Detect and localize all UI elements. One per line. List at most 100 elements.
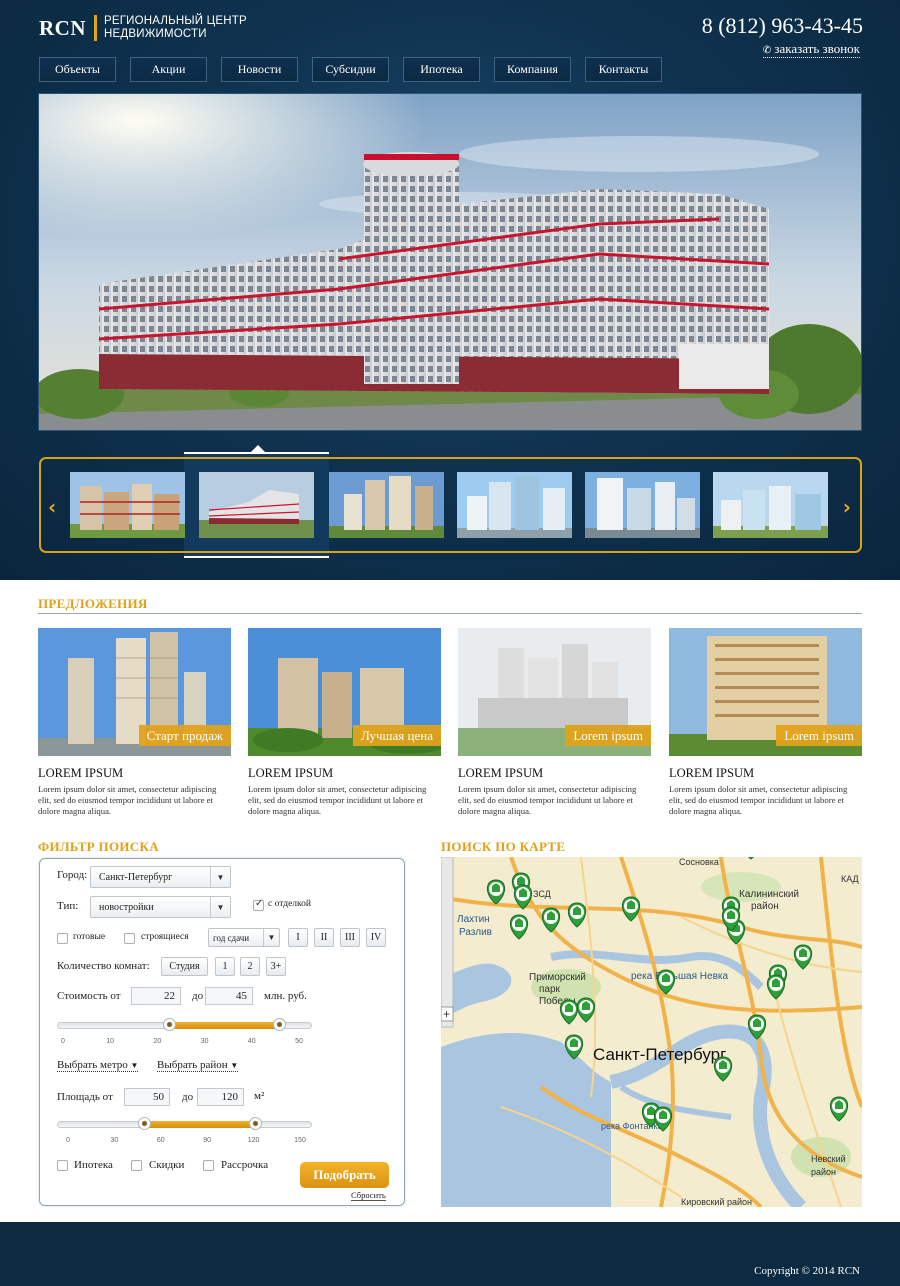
map-marker-pin-icon[interactable]: [576, 997, 596, 1023]
thumbnail-5[interactable]: [585, 472, 700, 538]
installment-checkbox[interactable]: [203, 1160, 214, 1171]
offer-card[interactable]: Старт продаж LOREM IPSUM Lorem ipsum dol…: [38, 628, 231, 817]
rooms-button-1[interactable]: 1: [215, 957, 235, 976]
offer-tag: Лучшая цена: [353, 725, 441, 746]
area-to-input[interactable]: 120: [197, 1088, 244, 1106]
quarter-button-4[interactable]: IV: [366, 928, 386, 947]
city-select[interactable]: Санкт-Петербург ▼: [90, 866, 231, 888]
map-marker-pin-icon[interactable]: [621, 896, 641, 922]
offer-title[interactable]: LOREM IPSUM: [458, 766, 651, 781]
thumbnail-6[interactable]: [713, 472, 828, 538]
offer-card[interactable]: Лучшая цена LOREM IPSUM Lorem ipsum dolo…: [248, 628, 441, 817]
map-marker-pin-icon[interactable]: [567, 902, 587, 928]
type-select[interactable]: новостройки ▼: [90, 896, 231, 918]
mortgage-label: Ипотека: [74, 1159, 113, 1171]
ready-checkbox[interactable]: [57, 933, 68, 944]
district-select-link[interactable]: Выбрать район ▼: [157, 1059, 239, 1072]
offer-image[interactable]: Лучшая цена: [248, 628, 441, 756]
tick-label: 20: [153, 1038, 162, 1045]
discount-checkbox[interactable]: [131, 1160, 142, 1171]
area-ticks: 0 30 60 90 120 150: [66, 1137, 306, 1147]
thumbnail-1[interactable]: [70, 472, 185, 538]
carousel-prev-chevron-left-icon[interactable]: ‹: [48, 495, 56, 519]
thumbnail-3[interactable]: [329, 472, 444, 538]
price-label: Стоимость от: [57, 990, 121, 1002]
price-from-input[interactable]: 22: [131, 987, 181, 1005]
nav-item-company[interactable]: Компания: [494, 57, 571, 82]
map-label-park: Приморский: [529, 972, 586, 983]
price-max-handle[interactable]: [273, 1018, 287, 1031]
tick-label: 120: [247, 1137, 260, 1144]
map-marker-pin-icon[interactable]: [541, 907, 561, 933]
nav-item-objects[interactable]: Объекты: [39, 57, 116, 82]
logo[interactable]: RCN РЕГИОНАЛЬНЫЙ ЦЕНТР НЕДВИЖИМОСТИ: [39, 15, 247, 41]
price-to-input[interactable]: 45: [205, 987, 253, 1005]
zoom-control[interactable]: +: [441, 1006, 454, 1022]
thumbnail-4[interactable]: [457, 472, 572, 538]
callback-label: заказать звонок: [774, 41, 860, 56]
finish-checkbox[interactable]: [253, 898, 264, 911]
nav-item-contacts[interactable]: Контакты: [585, 57, 662, 82]
phone-number: 8 (812) 963-43-45: [701, 13, 863, 38]
metro-select-link[interactable]: Выбрать метро ▼: [57, 1059, 139, 1072]
city-select-value: Санкт-Петербург: [99, 871, 173, 883]
offer-tag: Старт продаж: [138, 725, 231, 746]
map-marker-pin-icon[interactable]: [559, 999, 579, 1025]
zoom-in-icon[interactable]: +: [443, 1007, 450, 1021]
area-range-slider[interactable]: [57, 1117, 312, 1130]
offer-image[interactable]: Lorem ipsum: [458, 628, 651, 756]
callback-link[interactable]: ✆ заказать звонок: [762, 41, 860, 58]
mortgage-checkbox[interactable]: [57, 1160, 68, 1171]
map-label-sosnovka: Сосновка: [679, 857, 719, 867]
logo-divider: [94, 15, 97, 41]
quarter-button-1[interactable]: I: [288, 928, 308, 947]
caret-down-icon: ▼: [130, 1061, 139, 1070]
year-select[interactable]: год сдачи ▼: [208, 928, 280, 947]
carousel-next-chevron-right-icon[interactable]: ›: [843, 495, 851, 519]
rooms-button-3plus[interactable]: 3+: [266, 957, 286, 976]
map-marker-pin-icon[interactable]: [766, 974, 786, 1000]
type-select-value: новостройки: [99, 901, 154, 913]
map-marker-pin-icon[interactable]: [486, 879, 506, 905]
offer-description: Lorem ipsum dolor sit amet, consectetur …: [458, 784, 637, 816]
tick-label: 30: [110, 1137, 119, 1144]
offers-section-title: ПРЕДЛОЖЕНИЯ: [38, 596, 148, 611]
building-checkbox[interactable]: [124, 933, 135, 944]
offer-card[interactable]: Lorem ipsum LOREM IPSUM Lorem ipsum dolo…: [458, 628, 651, 817]
area-min-handle[interactable]: [137, 1117, 151, 1130]
offer-title[interactable]: LOREM IPSUM: [669, 766, 862, 781]
offer-title[interactable]: LOREM IPSUM: [38, 766, 231, 781]
nav-item-subsidies[interactable]: Субсидии: [312, 57, 389, 82]
reset-link[interactable]: Сбросить: [351, 1190, 386, 1201]
price-range-slider[interactable]: [57, 1018, 312, 1031]
nav-item-promotions[interactable]: Акции: [130, 57, 207, 82]
map-marker-pin-icon[interactable]: [742, 857, 759, 860]
submit-search-button[interactable]: Подобрать: [300, 1162, 389, 1188]
rooms-button-studio[interactable]: Студия: [161, 957, 208, 976]
logo-line-2: НЕДВИЖИМОСТИ: [104, 28, 207, 40]
rooms-button-2[interactable]: 2: [240, 957, 260, 976]
offer-image[interactable]: Lorem ipsum: [669, 628, 862, 756]
nav-item-mortgage[interactable]: Ипотека: [403, 57, 480, 82]
map-marker-pin-icon[interactable]: [829, 1096, 849, 1122]
metro-select-label: Выбрать метро: [57, 1059, 128, 1071]
quarter-button-2[interactable]: II: [314, 928, 334, 947]
nav-item-news[interactable]: Новости: [221, 57, 298, 82]
offer-title[interactable]: LOREM IPSUM: [248, 766, 441, 781]
offer-image[interactable]: Старт продаж: [38, 628, 231, 756]
tick-label: 10: [106, 1038, 115, 1045]
offers-divider: [38, 613, 862, 614]
offer-card[interactable]: Lorem ipsum LOREM IPSUM Lorem ipsum dolo…: [669, 628, 862, 817]
map-marker-pin-icon[interactable]: [509, 914, 529, 940]
search-map[interactable]: + Санкт-Петербург Калининский район Прим…: [441, 857, 862, 1207]
price-unit: млн. руб.: [264, 990, 307, 1002]
phone-icon: ✆: [762, 45, 772, 56]
map-marker-pin-icon[interactable]: [713, 1056, 733, 1082]
logo-mark: RCN: [39, 15, 86, 40]
logo-text: РЕГИОНАЛЬНЫЙ ЦЕНТР НЕДВИЖИМОСТИ: [104, 15, 247, 41]
area-range-fill: [144, 1121, 257, 1128]
map-marker-pin-icon[interactable]: [793, 944, 813, 970]
thumbnail-2-active[interactable]: [199, 472, 314, 538]
area-from-input[interactable]: 50: [124, 1088, 170, 1106]
quarter-button-3[interactable]: III: [340, 928, 360, 947]
